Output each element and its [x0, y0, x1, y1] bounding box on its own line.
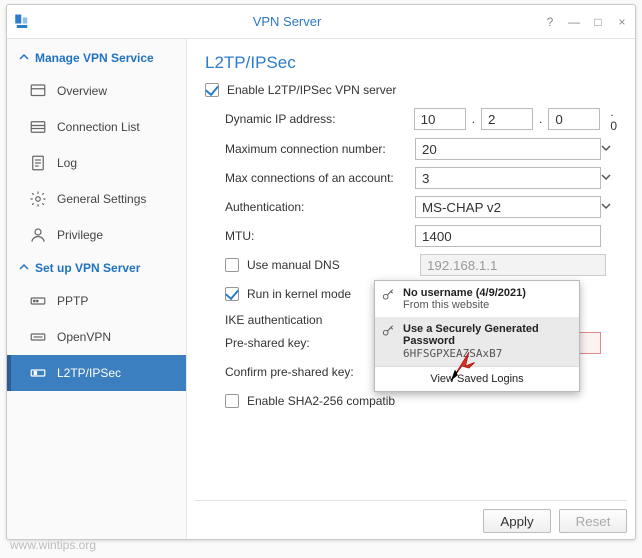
- dialog-footer: Apply Reset: [195, 500, 627, 533]
- close-icon[interactable]: ×: [615, 15, 629, 29]
- key-icon: [381, 324, 395, 338]
- popup-view-saved[interactable]: View Saved Logins: [375, 366, 579, 391]
- chevron-down-icon: [601, 171, 611, 185]
- sidebar-item-overview[interactable]: Overview: [7, 73, 186, 109]
- max-conn-label: Maximum connection number:: [225, 142, 415, 156]
- popup-item-saved[interactable]: No username (4/9/2021) From this website: [375, 281, 579, 317]
- auth-select[interactable]: [415, 196, 601, 218]
- enable-label: Enable L2TP/IPSec VPN server: [227, 83, 396, 97]
- overview-icon: [29, 82, 47, 100]
- chevron-down-icon: [601, 200, 611, 214]
- log-icon: [29, 154, 47, 172]
- chevron-up-icon: [19, 51, 29, 65]
- gear-icon: [29, 190, 47, 208]
- window-controls: ? — □ ×: [543, 15, 629, 29]
- mtu-input[interactable]: [415, 225, 601, 247]
- ip-suffix: . 0: [610, 105, 617, 133]
- chevron-down-icon: [601, 142, 611, 156]
- max-acct-label: Max connections of an account:: [225, 171, 415, 185]
- sidebar-item-privilege[interactable]: Privilege: [7, 217, 186, 253]
- ip-octet1-input[interactable]: [414, 108, 466, 130]
- section-setup-header[interactable]: Set up VPN Server: [7, 253, 186, 283]
- minimize-icon[interactable]: —: [567, 15, 581, 29]
- dynamic-ip-label: Dynamic IP address:: [225, 112, 414, 126]
- sidebar: Manage VPN Service Overview Connection L…: [7, 39, 187, 539]
- cursor-arrow-icon: [448, 347, 476, 388]
- popup-item-sub: 6HFSGPXEAZSAxB7: [403, 347, 571, 360]
- sidebar-item-label: Log: [57, 156, 77, 170]
- help-icon[interactable]: ?: [543, 15, 557, 29]
- manual-dns-check[interactable]: Use manual DNS: [225, 252, 617, 278]
- manual-dns-input: [420, 254, 606, 276]
- window-title: VPN Server: [202, 14, 373, 29]
- apply-button[interactable]: Apply: [483, 509, 551, 533]
- popup-item-title: No username (4/9/2021): [403, 287, 571, 299]
- ip-octet2-input[interactable]: [481, 108, 533, 130]
- chevron-up-icon: [19, 261, 29, 275]
- checkbox-icon[interactable]: [225, 258, 239, 272]
- password-popup: No username (4/9/2021) From this website…: [374, 280, 580, 392]
- maximize-icon[interactable]: □: [591, 15, 605, 29]
- sidebar-item-log[interactable]: Log: [7, 145, 186, 181]
- l2tp-icon: [29, 364, 47, 382]
- connection-icon: [29, 118, 47, 136]
- section-label: Set up VPN Server: [35, 261, 140, 275]
- sidebar-item-label: Overview: [57, 84, 107, 98]
- sidebar-item-label: L2TP/IPSec: [57, 366, 121, 380]
- sidebar-item-label: PPTP: [57, 294, 88, 308]
- sidebar-item-label: General Settings: [57, 192, 146, 206]
- openvpn-icon: [29, 328, 47, 346]
- sidebar-item-pptp[interactable]: PPTP: [7, 283, 186, 319]
- kernel-label: Run in kernel mode: [247, 287, 351, 301]
- user-icon: [29, 226, 47, 244]
- section-label: Manage VPN Service: [35, 51, 154, 65]
- mtu-label: MTU:: [225, 229, 415, 243]
- auth-label: Authentication:: [225, 200, 415, 214]
- sidebar-item-general-settings[interactable]: General Settings: [7, 181, 186, 217]
- max-conn-select[interactable]: [415, 138, 601, 160]
- reset-button[interactable]: Reset: [559, 509, 627, 533]
- manual-dns-label: Use manual DNS: [247, 258, 412, 272]
- checkbox-icon[interactable]: [225, 394, 239, 408]
- titlebar: VPN Server ? — □ ×: [7, 5, 635, 39]
- ip-octet3-input[interactable]: [548, 108, 600, 130]
- key-icon: [381, 288, 395, 302]
- popup-item-sub: From this website: [403, 299, 571, 311]
- pptp-icon: [29, 292, 47, 310]
- sidebar-item-openvpn[interactable]: OpenVPN: [7, 319, 186, 355]
- page-title: L2TP/IPSec: [205, 53, 617, 73]
- checkbox-icon[interactable]: [205, 83, 219, 97]
- app-icon: [13, 13, 31, 31]
- watermark: www.wintips.org: [10, 538, 96, 552]
- sidebar-item-label: Privilege: [57, 228, 103, 242]
- sidebar-item-label: Connection List: [57, 120, 140, 134]
- sidebar-item-connection-list[interactable]: Connection List: [7, 109, 186, 145]
- sha-label: Enable SHA2-256 compatib: [247, 394, 395, 408]
- checkbox-icon[interactable]: [225, 287, 239, 301]
- max-acct-select[interactable]: [415, 167, 601, 189]
- popup-item-title: Use a Securely Generated Password: [403, 323, 571, 347]
- enable-server-check[interactable]: Enable L2TP/IPSec VPN server: [205, 83, 617, 97]
- popup-item-generated[interactable]: Use a Securely Generated Password 6HFSGP…: [375, 317, 579, 366]
- sidebar-item-label: OpenVPN: [57, 330, 111, 344]
- sidebar-item-l2tp[interactable]: L2TP/IPSec: [7, 355, 186, 391]
- window: VPN Server ? — □ × Manage VPN Service Ov…: [6, 4, 636, 540]
- section-manage-header[interactable]: Manage VPN Service: [7, 43, 186, 73]
